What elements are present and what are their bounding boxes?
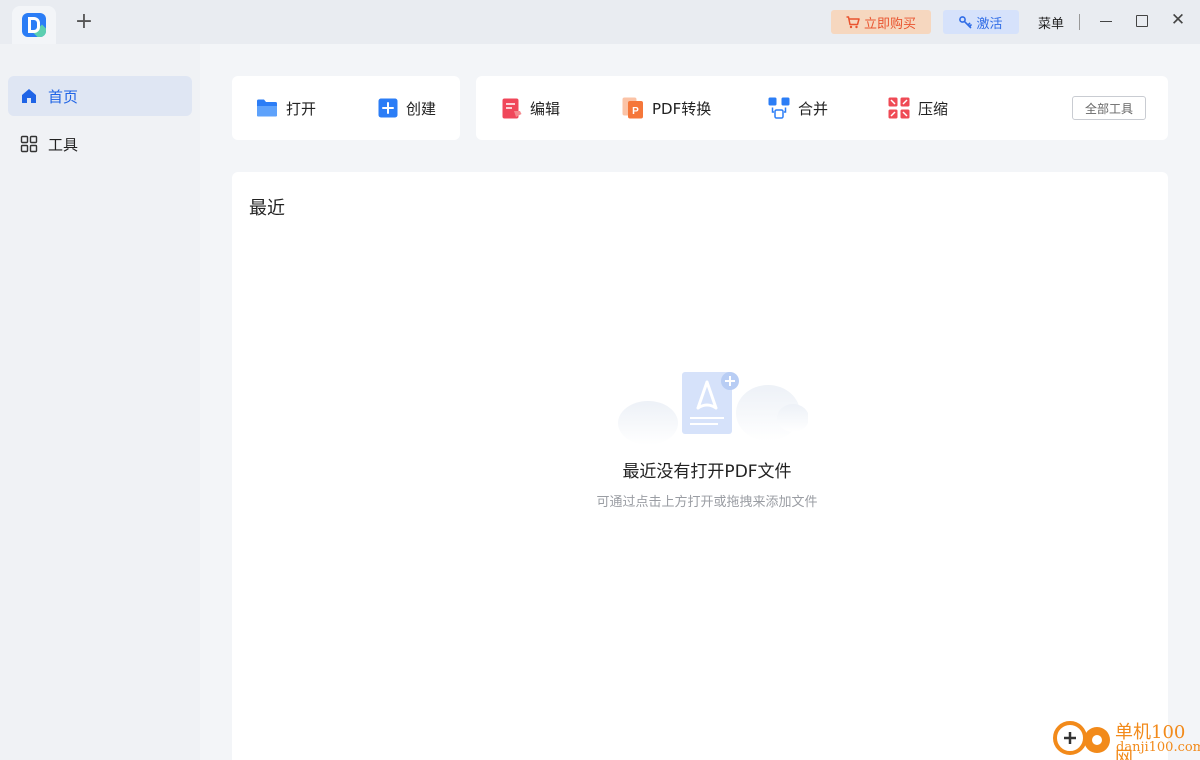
sidebar-item-label: 工具 [48,135,79,154]
plus-square-icon [378,98,398,118]
activate-button[interactable]: 激活 [943,10,1019,34]
watermark-url: danji100.com [1116,740,1200,755]
file-actions-card: 打开 创建 [232,76,460,140]
document-tab[interactable] [12,6,56,44]
title-separator [1079,14,1080,30]
menu-button[interactable]: 菜单 [1038,13,1064,32]
svg-text:P: P [632,106,639,117]
open-label: 打开 [286,99,317,118]
home-icon [22,89,36,103]
grid-icon [20,135,38,153]
sidebar-item-tools[interactable]: 工具 [8,124,192,164]
app-logo-icon [22,13,46,37]
tools-card: 编辑 P PDF转换 合并 压缩 全部工具 [476,76,1168,140]
convert-icon: P [622,97,643,119]
add-tab-button[interactable]: + [74,11,94,33]
compress-icon [888,97,910,119]
edit-button[interactable]: 编辑 [502,97,560,119]
recent-title: 最近 [249,198,285,219]
sidebar-item-label: 首页 [48,87,79,106]
close-button[interactable]: ✕ [1170,12,1186,29]
watermark: 单机100网 danji100.com [1050,716,1200,760]
empty-state-text: 最近没有打开PDF文件 [622,462,792,482]
empty-state-hint: 可通过点击上方打开或拖拽来添加文件 [596,495,818,510]
compress-button[interactable]: 压缩 [888,97,948,119]
sidebar-item-home[interactable]: 首页 [8,76,192,116]
pdf-convert-label: PDF转换 [652,99,712,118]
edit-label: 编辑 [530,99,561,118]
buy-now-label: 立即购买 [863,16,916,32]
minimize-button[interactable] [1100,21,1112,22]
create-button[interactable]: 创建 [378,97,436,119]
watermark-logo-icon [1053,721,1110,755]
all-tools-button[interactable]: 全部工具 [1072,96,1146,120]
edit-icon [502,98,522,118]
folder-icon [257,99,277,117]
buy-now-button[interactable]: 立即购买 [831,10,931,34]
merge-label: 合并 [798,99,829,118]
key-icon [959,15,973,28]
activate-label: 激活 [976,16,1003,32]
maximize-button[interactable] [1136,15,1148,27]
recent-panel: 最近 最近没有打开PDF文件 可通过点击上方打开或拖拽来添加文件 [232,172,1168,760]
cart-icon [846,15,860,28]
empty-pdf-illustration [618,372,808,445]
sidebar: 首页 工具 [0,44,200,760]
create-label: 创建 [406,99,437,118]
title-bar: + 立即购买 激活 菜单 ✕ [0,0,1200,44]
merge-button[interactable]: 合并 [768,97,828,119]
compress-label: 压缩 [918,99,949,118]
open-button[interactable]: 打开 [256,97,316,119]
merge-icon [768,97,790,119]
pdf-convert-button[interactable]: P PDF转换 [622,97,711,119]
